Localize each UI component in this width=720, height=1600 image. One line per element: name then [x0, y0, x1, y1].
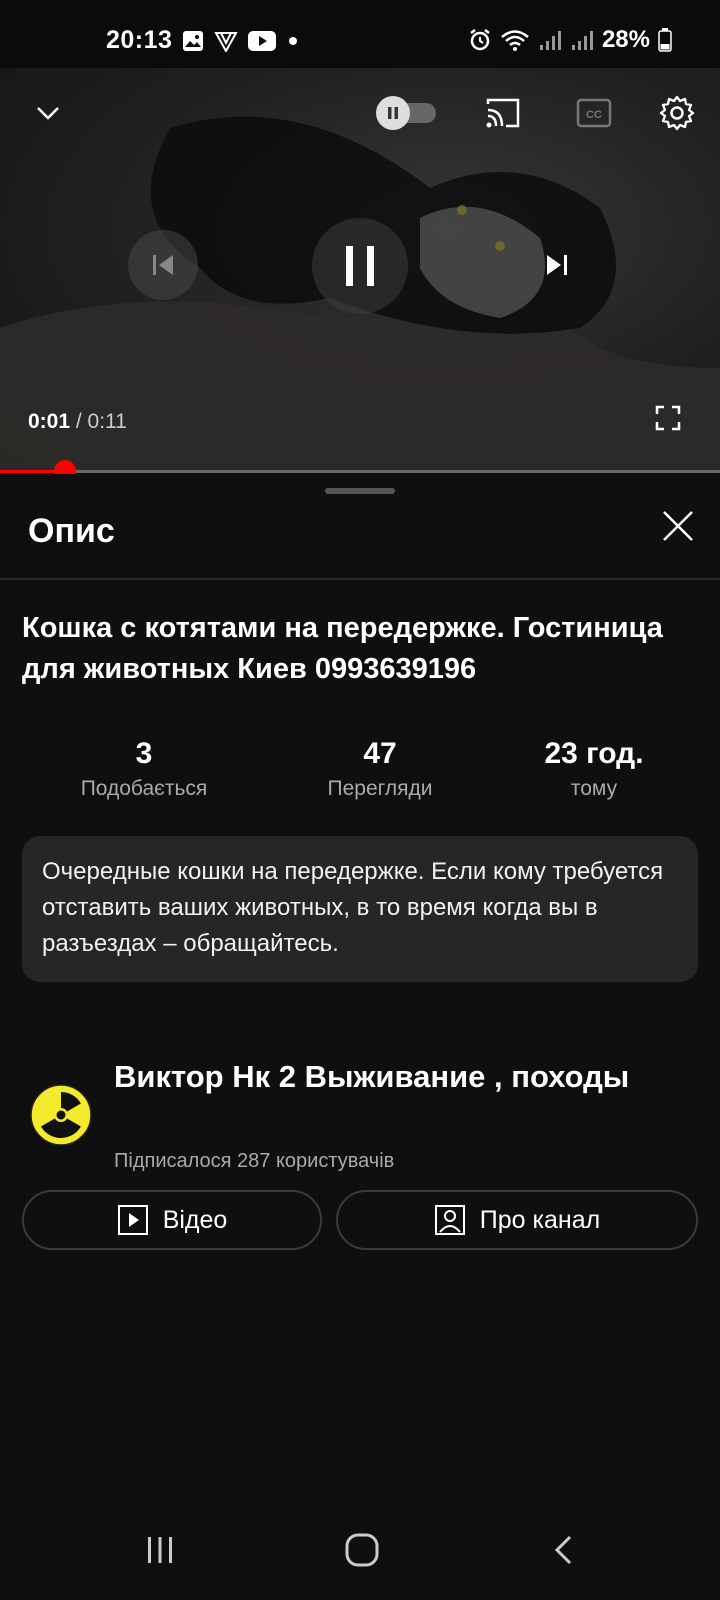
signal-icon	[571, 31, 593, 50]
svg-text:CC: CC	[586, 109, 602, 121]
subscriber-count: Підписалося 287 користувачів	[114, 1150, 395, 1172]
vpn-icon	[214, 32, 238, 52]
gallery-icon	[183, 31, 203, 51]
navigation-bar	[0, 1500, 720, 1600]
fullscreen-icon[interactable]	[654, 404, 682, 432]
current-time: 0:01	[28, 410, 71, 433]
video-title: Кошка с котятами на передержке. Гостиниц…	[22, 612, 663, 685]
home-icon[interactable]	[344, 1532, 380, 1568]
views-label: Перегляди	[327, 777, 433, 800]
recent-apps-icon[interactable]	[144, 1534, 176, 1566]
videos-button[interactable]: Відео	[22, 1190, 322, 1250]
views-count: 47	[363, 737, 397, 770]
time-separator: /	[70, 410, 88, 433]
likes-label: Подобається	[80, 777, 208, 800]
about-channel-label: Про канал	[479, 1205, 601, 1234]
panel-title: Опис	[28, 512, 115, 550]
collapse-icon[interactable]	[34, 98, 62, 126]
battery-icon	[658, 28, 672, 52]
upload-age: 23 год.	[544, 737, 644, 770]
wifi-icon	[501, 30, 529, 51]
status-time: 20:13	[106, 26, 173, 54]
video-time: 0:01 / 0:11	[28, 410, 127, 434]
system-icons: 28%	[468, 26, 672, 54]
person-icon	[434, 1205, 465, 1235]
autoplay-toggle[interactable]	[376, 96, 440, 130]
next-button[interactable]	[522, 230, 592, 300]
video-player[interactable]: CC 0:01 / 0:11	[0, 68, 720, 470]
upload-age-label: тому	[570, 777, 618, 800]
drag-handle[interactable]	[325, 488, 395, 494]
youtube-icon	[248, 31, 276, 51]
channel-name[interactable]: Виктор Нк 2 Выживание , походы	[114, 1056, 654, 1098]
cast-icon[interactable]	[484, 96, 522, 130]
dot-icon	[289, 37, 297, 45]
notification-icons	[182, 30, 300, 52]
autoplay-toggle-icon	[376, 96, 410, 130]
back-icon[interactable]	[548, 1534, 580, 1566]
views-stat: 47 Перегляди	[260, 736, 500, 806]
about-channel-button[interactable]: Про канал	[336, 1190, 698, 1250]
next-icon	[547, 255, 567, 275]
likes-count: 3	[135, 737, 153, 770]
duration: 0:11	[87, 410, 127, 433]
pause-icon	[346, 246, 374, 286]
captions-icon[interactable]: CC	[576, 96, 612, 130]
signal-icon	[539, 31, 561, 50]
description-text: Очередные кошки на передержке. Если кому…	[42, 858, 664, 957]
battery-percent: 28%	[601, 26, 650, 53]
previous-icon	[153, 255, 173, 275]
pause-button[interactable]	[312, 218, 408, 314]
status-bar: 20:13 28%	[0, 0, 720, 68]
play-video-icon	[117, 1205, 148, 1235]
channel-avatar[interactable]	[30, 1084, 92, 1146]
seek-bar[interactable]	[0, 460, 720, 482]
videos-button-label: Відео	[162, 1205, 228, 1234]
description-panel: Опис Кошка с котятами на передержке. Гос…	[0, 474, 720, 1600]
likes-stat: 3 Подобається	[24, 736, 264, 806]
divider	[0, 578, 720, 580]
previous-button[interactable]	[128, 230, 198, 300]
date-stat: 23 год. тому	[474, 736, 714, 806]
settings-icon[interactable]	[658, 94, 696, 132]
description-box[interactable]: Очередные кошки на передержке. Если кому…	[22, 836, 698, 982]
alarm-icon	[470, 29, 490, 51]
close-icon[interactable]	[656, 504, 700, 548]
